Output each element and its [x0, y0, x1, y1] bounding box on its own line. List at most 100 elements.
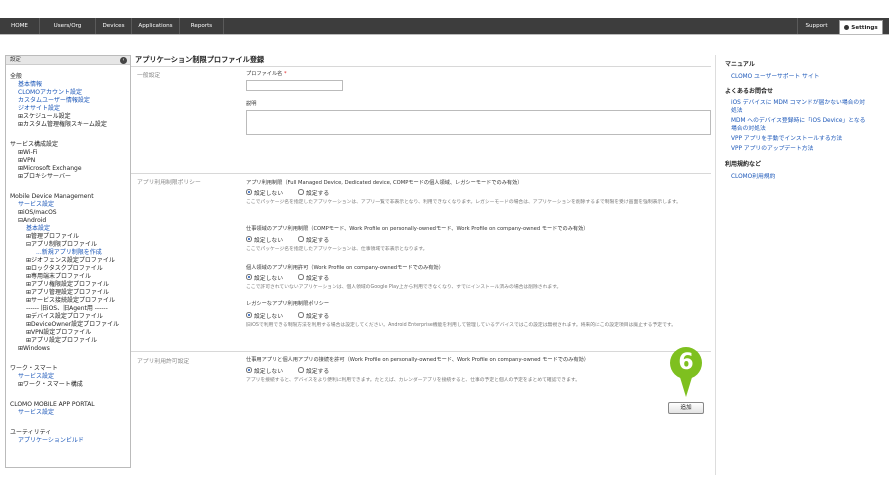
sidebar-item-custom-user-info[interactable]: カスタムユーザー情報設定: [18, 97, 90, 105]
settings-sidebar: 設定 ‹ 全般 基本情報 CLOMOアカウント設定 カスタムユーザー情報設定 ジ…: [5, 55, 131, 468]
sidebar-item-basic-info[interactable]: 基本情報: [18, 81, 42, 89]
faq-link-2-cont[interactable]: 場合の対処法: [731, 123, 766, 132]
policy2-note: ここでパッケージ名を指定したアプリケーションは、仕事領域で非表示となります。: [246, 247, 428, 252]
sidebar-item-wifi[interactable]: ⊞Wi-Fi: [18, 149, 37, 157]
connect-on-label: 設定する: [306, 369, 330, 375]
sidebar-item-new-app-restrict[interactable]: ...新規アプリ制限を作成: [36, 249, 102, 257]
policy3-radio-off[interactable]: [246, 274, 252, 280]
description-label: 説明: [246, 101, 257, 107]
sidebar-header: 設定 ‹: [6, 56, 130, 65]
sidebar-item-device-profile[interactable]: ⊞デバイス設定プロファイル: [26, 313, 103, 321]
collapse-icon[interactable]: ‹: [120, 57, 127, 64]
policy3-off-label: 設定しない: [254, 276, 283, 282]
sidebar-item-portal-service[interactable]: サービス設定: [18, 409, 54, 417]
sidebar-item-custom-role[interactable]: ⊞カスタム管理権限スキーム設定: [18, 121, 107, 129]
policy3-radio-on[interactable]: [298, 274, 304, 280]
top-nav-bar: HOME Users/Org Devices Applications Repo…: [0, 18, 889, 34]
gear-icon: [844, 24, 850, 30]
profile-name-label: プロファイル名 *: [246, 71, 287, 77]
sidebar-item-dedicated-profile[interactable]: ⊞専用端末プロファイル: [26, 273, 91, 281]
page-title: アプリケーション制限プロファイル登録: [135, 55, 265, 64]
manual-link[interactable]: CLOMO ユーザーサポート サイト: [731, 71, 819, 80]
sidebar-item-service-conn-profile[interactable]: ⊞サービス接続設定プロファイル: [26, 297, 115, 305]
sidebar-item-android[interactable]: ⊟Android: [18, 217, 46, 225]
sidebar-item-geofence-profile[interactable]: ⊞ジオフェンス設定プロファイル: [26, 257, 115, 265]
sidebar-section-work-smart: ワーク・スマート: [10, 365, 58, 372]
policy1-off-label: 設定しない: [254, 191, 283, 197]
policy1-radio-off[interactable]: [246, 189, 252, 195]
faq-heading: よくあるお問合せ: [725, 88, 774, 95]
sidebar-item-deviceowner-profile[interactable]: ⊞DeviceOwner設定プロファイル: [26, 321, 119, 329]
faq-link-1-cont[interactable]: 処法: [731, 105, 743, 114]
profile-name-input[interactable]: [246, 80, 343, 91]
policy4-radio-on[interactable]: [298, 312, 304, 318]
sidebar-item-android-basic[interactable]: 基本設定: [26, 225, 50, 233]
faq-link-3[interactable]: VPP アプリを手動でインストールする方法: [731, 133, 842, 142]
sidebar-divider-legacy: ------ 旧iOS、旧Agent用 ------: [26, 305, 108, 312]
sidebar-item-service-settings[interactable]: サービス設定: [18, 201, 54, 209]
nav-settings[interactable]: Settings: [839, 20, 883, 35]
policy3-on-label: 設定する: [306, 276, 330, 282]
sidebar-item-schedule[interactable]: ⊞スケジュール設定: [18, 113, 71, 121]
sidebar-item-lockdown-profile[interactable]: ⊞ロックタスクプロファイル: [26, 265, 103, 273]
sidebar-item-app-mgmt-profile[interactable]: ⊞アプリ管理設定プロファイル: [26, 289, 109, 297]
nav-applications[interactable]: Applications: [132, 18, 180, 34]
sidebar-item-ws-config[interactable]: ⊞ワーク・スマート構成: [18, 381, 83, 389]
policy1-label: アプリ利用制限（Full Managed Device, Dedicated d…: [246, 180, 523, 186]
nav-users-org[interactable]: Users/Org: [40, 18, 96, 34]
settings-label: Settings: [851, 25, 878, 31]
sidebar-section-service-config: サービス構成設定: [10, 141, 59, 148]
policy2-radio-on[interactable]: [298, 236, 304, 242]
help-panel: マニュアル CLOMO ユーザーサポート サイト よくあるお問合せ iOS デバ…: [715, 55, 889, 475]
description-textarea[interactable]: [246, 110, 711, 135]
sidebar-item-vpn[interactable]: ⊞VPN: [18, 157, 35, 165]
main-content: アプリケーション制限プロファイル登録 一般設定 プロファイル名 * 説明 アプリ…: [131, 55, 715, 455]
connect-label: 仕事用アプリと個人用アプリの接続を許可（Work Profile on pers…: [246, 357, 589, 363]
policy1-radio-on[interactable]: [298, 189, 304, 195]
add-button[interactable]: 追加: [668, 402, 704, 414]
nav-support[interactable]: Support: [797, 18, 835, 34]
policy4-radio-off[interactable]: [246, 312, 252, 318]
policy3-note: ここで許可されていないアプリケーションは、個人領域のGoogle Play上から…: [246, 285, 562, 290]
policy-divider: [131, 351, 711, 352]
connect-off-label: 設定しない: [254, 369, 283, 375]
sidebar-item-ios-macos[interactable]: ⊞iOS/macOS: [18, 209, 57, 217]
terms-link[interactable]: CLOMO利用規約: [731, 171, 775, 180]
sidebar-item-geo-settings[interactable]: ジオサイト設定: [18, 105, 60, 113]
policy2-label: 仕事領域のアプリ利用制限（COMPモード、Work Profile on per…: [246, 226, 589, 232]
policy2-on-label: 設定する: [306, 238, 330, 244]
sidebar-header-label: 設定: [10, 57, 21, 63]
faq-link-4[interactable]: VPP アプリのアップデート方法: [731, 143, 813, 152]
policy3-label: 個人領域のアプリ利用許可（Work Profile on company-own…: [246, 265, 444, 271]
policy4-off-label: 設定しない: [254, 314, 283, 320]
sidebar-item-vpn-profile[interactable]: ⊞VPN設定プロファイル: [26, 329, 91, 337]
sidebar-item-app-restrict-profile[interactable]: ⊟アプリ制限プロファイル: [26, 241, 97, 249]
connect-section-label: アプリ利用許可設定: [137, 359, 190, 365]
title-divider: [131, 66, 711, 67]
sidebar-item-proxy[interactable]: ⊞プロキシサーバー: [18, 173, 71, 181]
policy2-off-label: 設定しない: [254, 238, 283, 244]
policy-section-label: アプリ利用制限ポリシー: [137, 180, 201, 186]
sidebar-item-app-build[interactable]: アプリケーションビルド: [18, 437, 84, 445]
sidebar-item-app-profile[interactable]: ⊞アプリ設定プロファイル: [26, 337, 97, 345]
connect-radio-on[interactable]: [298, 367, 304, 373]
sidebar-section-general: 全般: [10, 73, 23, 80]
sidebar-section-mdm: Mobile Device Management: [10, 193, 94, 200]
policy4-on-label: 設定する: [306, 314, 330, 320]
step-marker: 6: [670, 347, 702, 379]
sidebar-item-exchange[interactable]: ⊞Microsoft Exchange: [18, 165, 82, 173]
sidebar-item-mgmt-profile[interactable]: ⊞管理プロファイル: [26, 233, 79, 241]
terms-heading: 利用規約など: [725, 161, 762, 168]
connect-radio-off[interactable]: [246, 367, 252, 373]
policy2-radio-off[interactable]: [246, 236, 252, 242]
sidebar-item-windows[interactable]: ⊞Windows: [18, 345, 50, 353]
policy4-note: 旧iOSで利用できる制限方法を利用する場合は設定してください。Android E…: [246, 323, 676, 328]
sidebar-item-app-perm-profile[interactable]: ⊞アプリ権限設定プロファイル: [26, 281, 109, 289]
policy1-on-label: 設定する: [306, 191, 330, 197]
nav-home[interactable]: HOME: [0, 18, 40, 34]
sidebar-item-ws-service[interactable]: サービス設定: [18, 373, 54, 381]
nav-reports[interactable]: Reports: [180, 18, 224, 34]
nav-devices[interactable]: Devices: [96, 18, 132, 34]
faq-link-1[interactable]: iOS デバイスに MDM コマンドが届かない場合の対: [731, 97, 865, 106]
sidebar-item-clomo-account[interactable]: CLOMOアカウント設定: [18, 89, 82, 97]
